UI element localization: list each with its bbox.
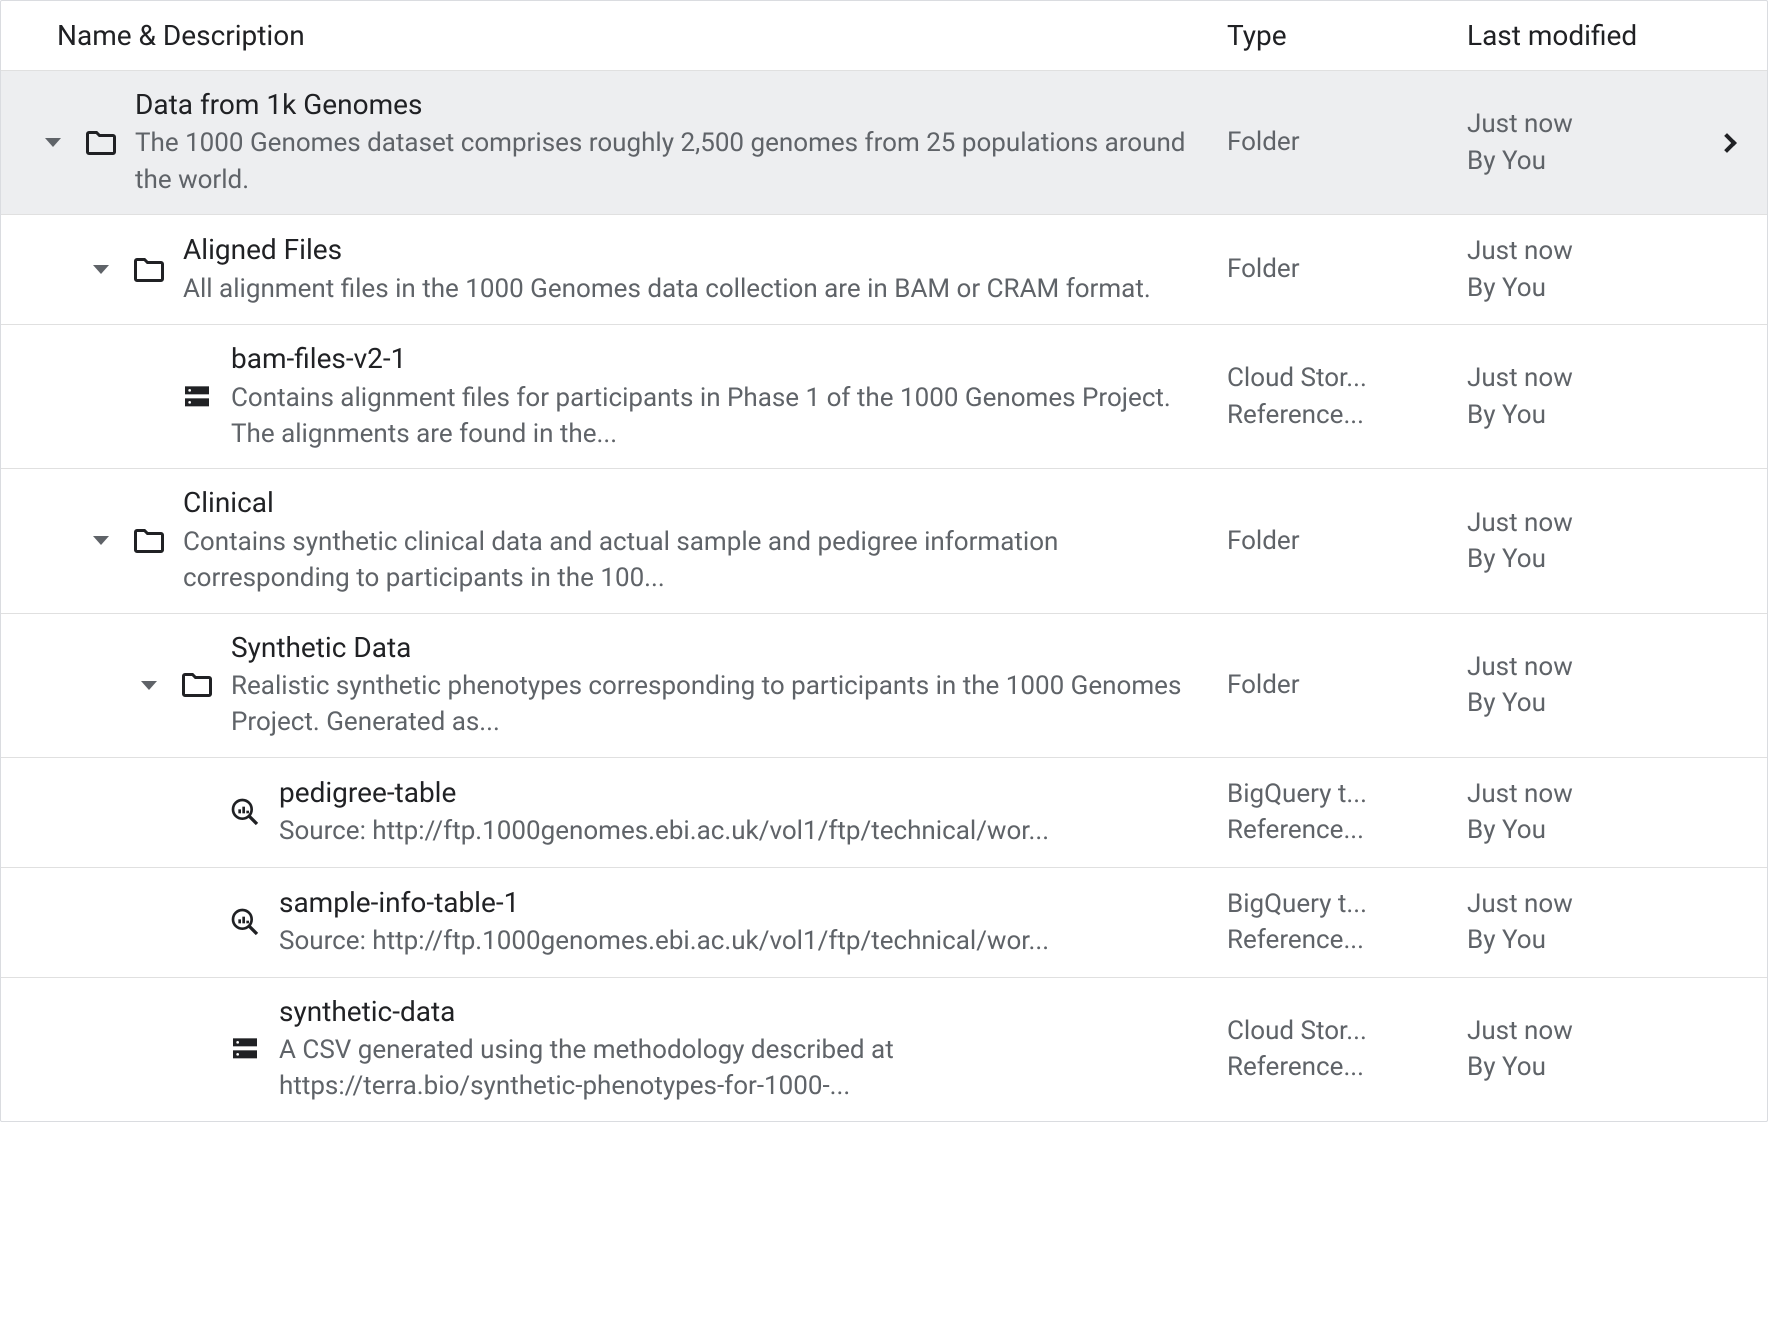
item-description: Contains alignment files for participant… xyxy=(231,380,1187,453)
item-type: Cloud Stor... xyxy=(1227,360,1447,396)
item-type: BigQuery t... xyxy=(1227,886,1447,922)
item-modified-by: By You xyxy=(1467,1049,1687,1085)
item-type-sub: Reference... xyxy=(1227,812,1447,848)
item-description: All alignment files in the 1000 Genomes … xyxy=(183,271,1151,307)
item-type-sub: Reference... xyxy=(1227,922,1447,958)
column-header-modified[interactable]: Last modified xyxy=(1467,19,1687,52)
folder-icon xyxy=(81,125,121,161)
folder-icon xyxy=(129,523,169,559)
item-title: Synthetic Data xyxy=(231,630,1187,666)
column-header-name[interactable]: Name & Description xyxy=(1,19,1227,52)
item-modified-by: By You xyxy=(1467,685,1687,721)
item-modified-by: By You xyxy=(1467,143,1687,179)
item-modified-by: By You xyxy=(1467,270,1687,306)
storage-icon xyxy=(177,381,217,413)
item-modified-time: Just now xyxy=(1467,1013,1687,1049)
item-modified-time: Just now xyxy=(1467,233,1687,269)
bigquery-icon xyxy=(225,906,265,938)
folder-icon xyxy=(129,252,169,288)
item-title: synthetic-data xyxy=(279,994,1187,1030)
table-row[interactable]: Data from 1k GenomesThe 1000 Genomes dat… xyxy=(1,71,1767,215)
item-title: bam-files-v2-1 xyxy=(231,341,1187,377)
item-type-sub: Reference... xyxy=(1227,397,1447,433)
item-modified-time: Just now xyxy=(1467,776,1687,812)
item-modified-time: Just now xyxy=(1467,505,1687,541)
item-modified-by: By You xyxy=(1467,922,1687,958)
item-type: Folder xyxy=(1227,667,1447,703)
item-description: Source: http://ftp.1000genomes.ebi.ac.uk… xyxy=(279,923,1049,959)
item-modified-by: By You xyxy=(1467,397,1687,433)
item-description: Realistic synthetic phenotypes correspon… xyxy=(231,668,1187,741)
storage-icon xyxy=(225,1033,265,1065)
expand-toggle-icon[interactable] xyxy=(93,265,109,274)
expand-toggle-icon[interactable] xyxy=(93,536,109,545)
file-tree-table: Name & Description Type Last modified Da… xyxy=(0,0,1768,1122)
expand-toggle-icon[interactable] xyxy=(45,138,61,147)
item-modified-time: Just now xyxy=(1467,649,1687,685)
table-row[interactable]: synthetic-dataA CSV generated using the … xyxy=(1,978,1767,1121)
table-row[interactable]: ClinicalContains synthetic clinical data… xyxy=(1,469,1767,613)
item-type: Folder xyxy=(1227,251,1447,287)
item-description: A CSV generated using the methodology de… xyxy=(279,1032,1187,1105)
item-modified-time: Just now xyxy=(1467,106,1687,142)
item-description: The 1000 Genomes dataset comprises rough… xyxy=(135,125,1187,198)
item-modified-by: By You xyxy=(1467,812,1687,848)
table-row[interactable]: Synthetic DataRealistic synthetic phenot… xyxy=(1,614,1767,758)
table-row[interactable]: bam-files-v2-1Contains alignment files f… xyxy=(1,325,1767,469)
item-type: Cloud Stor... xyxy=(1227,1013,1447,1049)
item-modified-time: Just now xyxy=(1467,360,1687,396)
item-type-sub: Reference... xyxy=(1227,1049,1447,1085)
item-description: Source: http://ftp.1000genomes.ebi.ac.uk… xyxy=(279,813,1049,849)
item-modified-time: Just now xyxy=(1467,886,1687,922)
item-modified-by: By You xyxy=(1467,541,1687,577)
item-title: Aligned Files xyxy=(183,232,1151,268)
item-type: Folder xyxy=(1227,124,1447,160)
item-type: BigQuery t... xyxy=(1227,776,1447,812)
item-type: Folder xyxy=(1227,523,1447,559)
table-row[interactable]: Aligned FilesAll alignment files in the … xyxy=(1,215,1767,325)
expand-toggle-icon[interactable] xyxy=(141,681,157,690)
table-row[interactable]: sample-info-table-1Source: http://ftp.10… xyxy=(1,868,1767,978)
chevron-right-icon[interactable] xyxy=(1717,133,1737,153)
table-row[interactable]: pedigree-tableSource: http://ftp.1000gen… xyxy=(1,758,1767,868)
item-title: pedigree-table xyxy=(279,775,1049,811)
column-header-type[interactable]: Type xyxy=(1227,19,1467,52)
item-title: Clinical xyxy=(183,485,1187,521)
bigquery-icon xyxy=(225,796,265,828)
table-header: Name & Description Type Last modified xyxy=(1,1,1767,71)
folder-icon xyxy=(177,667,217,703)
item-title: sample-info-table-1 xyxy=(279,885,1049,921)
item-description: Contains synthetic clinical data and act… xyxy=(183,524,1187,597)
item-title: Data from 1k Genomes xyxy=(135,87,1187,123)
